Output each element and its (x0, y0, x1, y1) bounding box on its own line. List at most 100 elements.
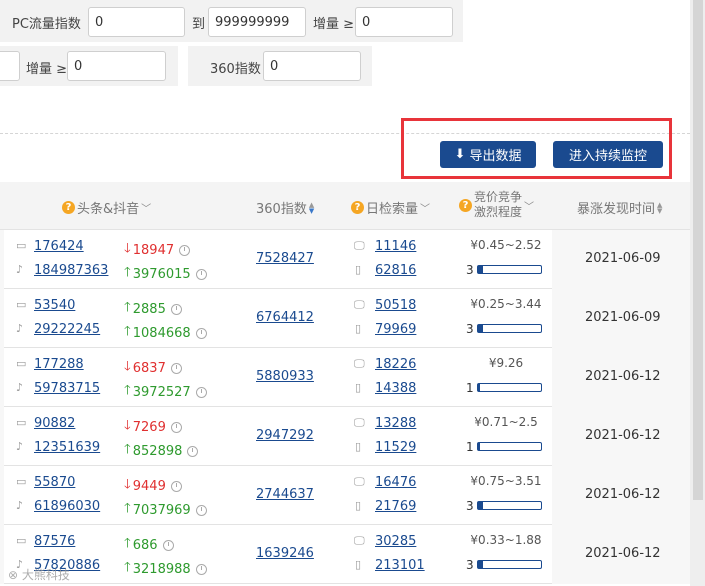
clock-icon[interactable] (195, 327, 207, 339)
daily-mobile-value[interactable]: 21769 (375, 499, 416, 514)
header-s360[interactable]: 360指数 ▲ ▼ (256, 198, 314, 217)
daily-pc-value[interactable]: 13288 (375, 416, 416, 431)
toutiao-icon: ▭ (16, 239, 27, 252)
mobile-icon: ▯ (355, 322, 362, 335)
daily-pc-value[interactable]: 11146 (375, 239, 416, 254)
daily-mobile-value[interactable]: 213101 (375, 558, 425, 573)
competition-level-bar (477, 442, 542, 451)
arrow-up-icon: 🡑 (124, 265, 131, 280)
toutiao-delta: 🡓 18947 (124, 239, 191, 261)
pc-index-max-input[interactable] (208, 7, 306, 37)
clock-icon[interactable] (170, 303, 182, 315)
row2-partial-input[interactable] (0, 51, 20, 81)
daily-pc-value[interactable]: 50518 (375, 298, 416, 313)
header-daily[interactable]: ? 日检索量 ﹀ (351, 198, 430, 217)
bid-price-range: ¥9.26 (488, 356, 524, 370)
toutiao-icon: ▭ (16, 534, 27, 547)
header-date-label: 暴涨发现时间 (577, 202, 656, 217)
header-s360-label: 360指数 (256, 202, 307, 217)
table-row: ▭ 87576 🡑 686 ♪ 57820886 🡑 3218988 1639246 🖵 30285… (0, 525, 690, 584)
douyin-delta: 🡑 1084668 (124, 322, 207, 344)
clock-icon[interactable] (195, 386, 207, 398)
toutiao-value[interactable]: 87576 (34, 534, 75, 549)
s360-value[interactable]: 6764412 (256, 310, 314, 325)
arrow-up-icon: 🡑 (124, 300, 131, 315)
header-toutiao[interactable]: ? 头条&抖音 ﹀ (62, 198, 151, 217)
watermark-logo: ⊗ 大熊科技 (8, 568, 70, 582)
daily-mobile-value[interactable]: 14388 (375, 381, 416, 396)
toutiao-value[interactable]: 53540 (34, 298, 75, 313)
help-icon[interactable]: ? (62, 201, 75, 214)
surge-date: 2021-06-12 (585, 546, 661, 561)
help-icon[interactable]: ? (459, 198, 472, 212)
douyin-value[interactable]: 59783715 (34, 381, 100, 396)
pc-monitor-icon: 🖵 (354, 239, 365, 252)
arrow-up-icon: 🡑 (124, 560, 131, 575)
header-date[interactable]: 暴涨发现时间 ▲ ▼ (577, 198, 662, 217)
gray-column (0, 230, 4, 289)
s360-index-label: 360指数 (210, 62, 261, 77)
scrollbar-thumb[interactable] (693, 0, 703, 500)
competition-level-fill (478, 443, 480, 450)
s360-value[interactable]: 2947292 (256, 428, 314, 443)
clock-icon[interactable] (170, 480, 182, 492)
douyin-delta: 🡑 7037969 (124, 499, 207, 521)
toutiao-value[interactable]: 55870 (34, 475, 75, 490)
gray-column (0, 466, 4, 525)
pc-index-label: PC流量指数 (12, 17, 81, 32)
sort-icon[interactable]: ▲ ▼ (657, 201, 662, 214)
clock-icon[interactable] (195, 504, 207, 516)
toutiao-value[interactable]: 90882 (34, 416, 75, 431)
competition-level-fill (478, 502, 483, 509)
clock-icon[interactable] (170, 421, 182, 433)
toutiao-value[interactable]: 177288 (34, 357, 84, 372)
sort-icon[interactable]: ▲ ▼ (309, 201, 314, 214)
douyin-value[interactable]: 184987363 (34, 263, 108, 278)
daily-mobile-value[interactable]: 11529 (375, 440, 416, 455)
s360-value[interactable]: 5880933 (256, 369, 314, 384)
clock-icon[interactable] (170, 362, 182, 374)
gray-column (0, 407, 4, 466)
competition-level: 3 (466, 558, 474, 572)
daily-pc-value[interactable]: 16476 (375, 475, 416, 490)
clock-icon[interactable] (187, 445, 199, 457)
surge-date: 2021-06-12 (585, 369, 661, 384)
table-row: ▭ 90882 🡓 7269 ♪ 12351639 🡑 852898 2947292 🖵 13288… (0, 407, 690, 466)
toutiao-delta-value: 7269 (132, 419, 166, 435)
s360-value[interactable]: 1639246 (256, 546, 314, 561)
toutiao-icon: ▭ (16, 416, 27, 429)
daily-mobile-value[interactable]: 79969 (375, 322, 416, 337)
help-icon[interactable]: ? (351, 201, 364, 214)
competition-level-fill (478, 384, 480, 391)
clock-icon[interactable] (195, 268, 207, 280)
douyin-value[interactable]: 29222245 (34, 322, 100, 337)
pc-monitor-icon: 🖵 (354, 475, 365, 488)
s360-index-input[interactable] (263, 51, 361, 81)
toutiao-icon: ▭ (16, 298, 27, 311)
douyin-value[interactable]: 12351639 (34, 440, 100, 455)
douyin-icon: ♪ (16, 499, 24, 512)
daily-pc-value[interactable]: 18226 (375, 357, 416, 372)
mobile-icon: ▯ (355, 499, 362, 512)
daily-pc-value[interactable]: 30285 (375, 534, 416, 549)
toutiao-delta-value: 686 (132, 537, 158, 553)
pc-index-min-input[interactable] (88, 7, 185, 37)
pc-increment-input[interactable] (355, 7, 453, 37)
pc-monitor-icon: 🖵 (354, 416, 365, 429)
s360-value[interactable]: 7528427 (256, 251, 314, 266)
pc-monitor-icon: 🖵 (354, 298, 365, 311)
header-bid[interactable]: ? 竞价竞争 激烈程度 ﹀ (459, 190, 534, 220)
table-row: ▭ 55870 🡓 9449 ♪ 61896030 🡑 7037969 2744637 🖵 1647… (0, 466, 690, 525)
row2-increment-input[interactable] (67, 51, 166, 81)
chevron-down-icon: ﹀ (141, 204, 152, 215)
clock-icon[interactable] (162, 539, 174, 551)
competition-level: 3 (466, 263, 474, 277)
toutiao-value[interactable]: 176424 (34, 239, 84, 254)
douyin-value[interactable]: 61896030 (34, 499, 100, 514)
clock-icon[interactable] (195, 563, 207, 575)
pc-increment-label: 增量 ≥ (313, 17, 355, 32)
daily-mobile-value[interactable]: 62816 (375, 263, 416, 278)
clock-icon[interactable] (179, 244, 191, 256)
s360-value[interactable]: 2744637 (256, 487, 314, 502)
toutiao-delta-value: 18947 (132, 242, 175, 258)
